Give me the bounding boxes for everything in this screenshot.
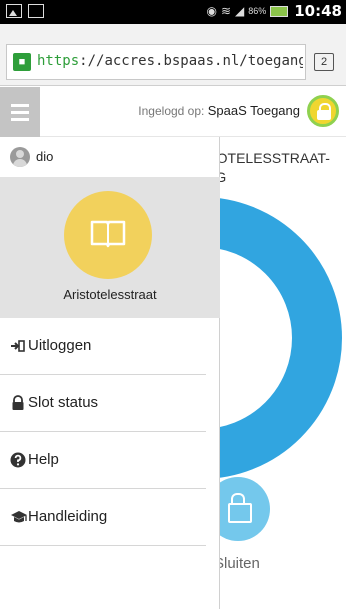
address-bar[interactable]: ■ https://accres.bspaas.nl/toegang [6,44,306,80]
lock-icon [12,395,24,410]
sidebar-item-slot-status[interactable]: Slot status [0,375,206,432]
tab-switcher-button[interactable]: 2 [314,53,334,71]
menu-toggle-button[interactable] [0,87,40,137]
sidebar-item-label: Uitloggen [28,337,92,354]
close-label: Sluiten [214,555,260,572]
hamburger-line [11,111,29,114]
url-host-path: ://accres.bspaas.nl/toegang [79,53,303,69]
sidebar-drawer: dio Aristotelesstraat Uitloggen Slot sta… [0,137,220,609]
drawer-location[interactable]: Aristotelesstraat [0,177,220,318]
notification-icons [6,4,44,18]
app-header: Ingelogd op: SpaaS Toegang [0,87,346,137]
sidebar-item-help[interactable]: Help [0,432,206,489]
secure-lock-icon: ■ [13,53,31,71]
clock: 10:48 [294,2,342,20]
drawer-user: dio [0,137,220,177]
sidebar-item-uitloggen[interactable]: Uitloggen [0,318,206,375]
sidebar-item-handleiding[interactable]: Handleiding [0,489,206,546]
eye-icon: ◉ [206,4,217,18]
login-label: Ingelogd op: [138,104,205,118]
wifi-icon: ≋ [220,4,231,18]
sidebar-item-label: Help [28,451,59,468]
sidebar-menu: Uitloggen Slot status Help Handleiding [0,318,220,546]
browser-toolbar: ■ https://accres.bspaas.nl/toegang 2 [0,24,346,86]
sidebar-item-label: Handleiding [28,508,108,525]
hamburger-line [11,104,29,107]
location-circle[interactable] [64,191,152,279]
battery-icon [270,5,289,17]
username: dio [36,149,54,164]
question-circle-icon [10,452,26,468]
hamburger-line [11,118,29,121]
signal-icon: ◢ [235,4,245,18]
login-info: Ingelogd op: SpaaS Toegang [138,103,300,118]
graduation-cap-icon [11,511,27,523]
book-icon [90,220,126,248]
avatar [10,147,30,167]
sign-out-icon [11,340,25,352]
status-bar: ◉ ≋ ◢ 86% 10:48 [0,0,346,24]
login-name: SpaaS Toegang [207,103,300,118]
location-name: Aristotelesstraat [63,287,157,302]
system-indicators: ◉ ≋ ◢ 86% 10:48 [206,2,342,20]
image-notification-icon [6,4,22,18]
sidebar-item-label: Slot status [28,394,99,411]
url-scheme: https [37,53,80,69]
app-lock-logo-icon[interactable] [307,95,339,127]
battery-percent: 86% [248,6,267,16]
gallery-notification-icon [28,4,44,18]
url-text[interactable]: https://accres.bspaas.nl/toegang [37,53,303,69]
